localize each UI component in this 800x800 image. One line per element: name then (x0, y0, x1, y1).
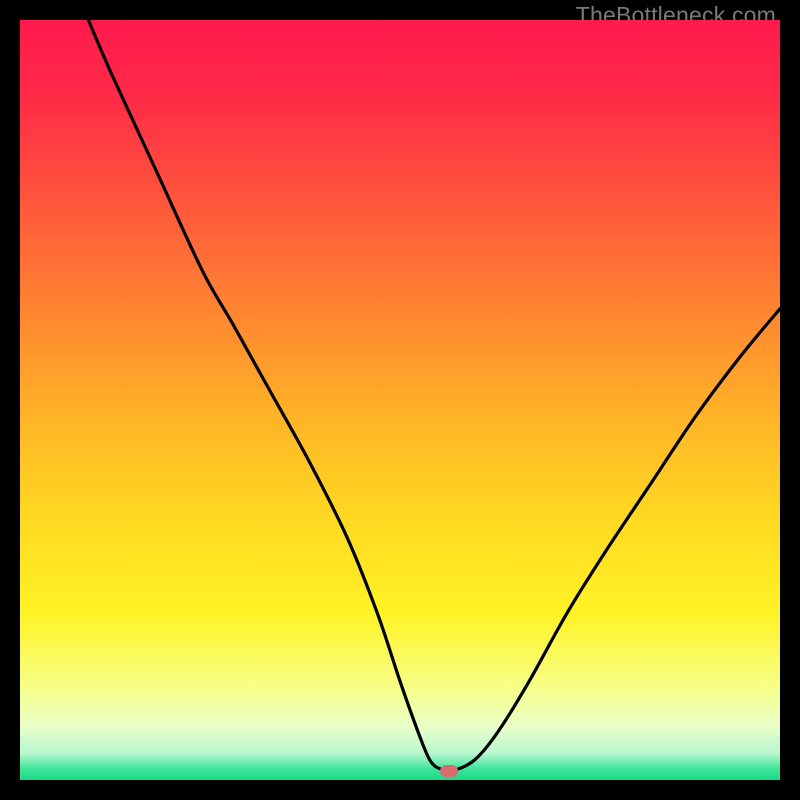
optimal-marker (440, 765, 458, 777)
bottleneck-curve (20, 20, 780, 780)
chart-stage: TheBottleneck.com (0, 0, 800, 800)
plot-area (20, 20, 780, 780)
